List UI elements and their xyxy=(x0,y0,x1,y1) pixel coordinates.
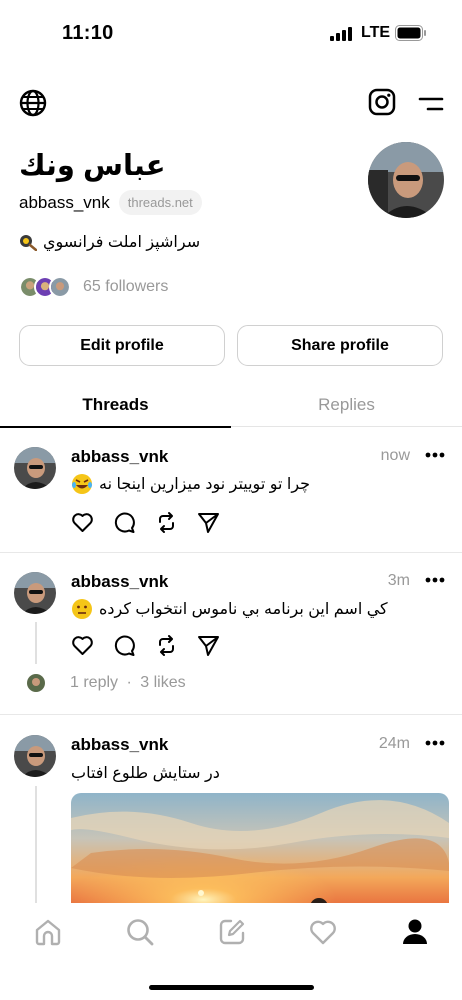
laughing-emoji-icon xyxy=(72,474,92,494)
signal-icon xyxy=(330,27,352,41)
heart-icon[interactable] xyxy=(308,917,338,947)
post-text: كي اسم اين برنامه بي ناموس انتخواب كرده xyxy=(71,598,388,620)
post-username[interactable]: abbass_vnk xyxy=(71,572,168,592)
post-time: now xyxy=(380,447,410,464)
status-bar: 11:10 LTE xyxy=(0,0,462,70)
tab-replies[interactable]: Replies xyxy=(231,395,462,415)
post-divider xyxy=(0,714,462,715)
heart-icon[interactable] xyxy=(71,634,94,657)
edit-profile-button[interactable]: Edit profile xyxy=(19,325,225,366)
neutral-face-emoji-icon xyxy=(72,599,92,619)
followers-count[interactable]: 65 followers xyxy=(83,278,168,296)
tab-threads[interactable]: Threads xyxy=(0,395,231,415)
share-icon[interactable] xyxy=(197,634,220,657)
post-text-body: در ستايش طلوع افتاب xyxy=(71,765,220,782)
share-icon[interactable] xyxy=(197,511,220,534)
search-icon[interactable] xyxy=(125,917,155,947)
post-actions xyxy=(71,511,220,534)
repost-icon[interactable] xyxy=(155,634,178,657)
domain-badge[interactable]: threads.net xyxy=(118,190,202,215)
battery-icon xyxy=(395,25,426,41)
post-username[interactable]: abbass_vnk xyxy=(71,735,168,755)
reply-avatar xyxy=(27,674,45,692)
post-avatar[interactable] xyxy=(14,447,56,489)
more-icon[interactable] xyxy=(425,452,445,458)
more-icon[interactable] xyxy=(425,577,445,583)
frying-pan-icon xyxy=(20,235,37,251)
thread-line xyxy=(35,786,37,906)
heart-icon[interactable] xyxy=(71,511,94,534)
followers-row[interactable]: 65 followers xyxy=(19,276,168,298)
home-icon[interactable] xyxy=(33,917,63,947)
profile-name: عباس ونك xyxy=(19,150,166,182)
profile-bio: سراشپز املت فرانسوي xyxy=(19,232,200,252)
post-divider xyxy=(0,552,462,553)
handle-row: abbass_vnk threads.net xyxy=(19,190,202,215)
compose-icon[interactable] xyxy=(217,917,247,947)
tab-active-indicator xyxy=(0,426,231,428)
follower-avatar xyxy=(49,276,71,298)
post-username[interactable]: abbass_vnk xyxy=(71,447,168,467)
post-text-body: كي اسم اين برنامه بي ناموس انتخواب كرده xyxy=(99,601,388,618)
post-avatar[interactable] xyxy=(14,572,56,614)
more-icon[interactable] xyxy=(425,740,445,746)
post-avatar[interactable] xyxy=(14,735,56,777)
network-label: LTE xyxy=(361,24,391,41)
comment-icon[interactable] xyxy=(113,511,136,534)
profile-icon[interactable] xyxy=(400,917,430,947)
home-indicator xyxy=(149,985,314,990)
comment-icon[interactable] xyxy=(113,634,136,657)
post-text: چرا تو تویيتر نود ميزارين اينجا نه xyxy=(71,473,310,495)
like-count[interactable]: 3 likes xyxy=(140,674,185,691)
thread-line xyxy=(35,622,37,664)
status-time: 11:10 xyxy=(62,22,114,44)
meta-separator: · xyxy=(126,674,132,691)
post-text-body: چرا تو تویيتر نود ميزارين اينجا نه xyxy=(99,476,311,493)
instagram-icon[interactable] xyxy=(368,88,396,116)
share-profile-button[interactable]: Share profile xyxy=(237,325,443,366)
bio-text: سراشپز املت فرانسوي xyxy=(43,234,201,251)
reply-count[interactable]: 1 reply xyxy=(70,674,118,691)
reply-meta[interactable]: 1 reply · 3 likes xyxy=(70,674,186,692)
post-actions xyxy=(71,634,220,657)
globe-icon[interactable] xyxy=(18,88,48,118)
repost-icon[interactable] xyxy=(155,511,178,534)
profile-avatar[interactable] xyxy=(368,142,444,218)
menu-icon[interactable] xyxy=(418,93,444,115)
post-time: 24m xyxy=(378,735,410,752)
profile-handle: abbass_vnk xyxy=(19,192,110,212)
post-time: 3m xyxy=(387,572,410,589)
post-text: در ستايش طلوع افتاب xyxy=(71,763,220,783)
